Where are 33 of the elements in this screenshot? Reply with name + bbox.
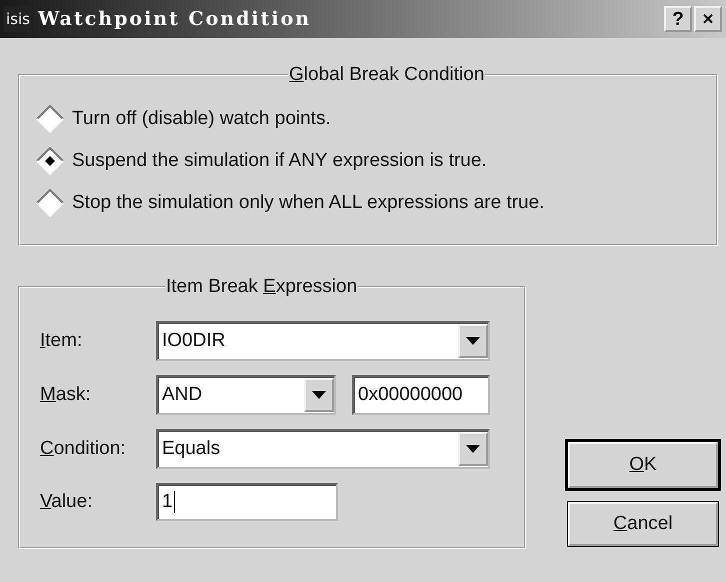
dropdown-field[interactable]: AND (156, 375, 336, 415)
input-field[interactable]: 1 (156, 483, 338, 521)
text-cursor (174, 491, 175, 513)
field-label: Item: (40, 328, 84, 353)
window-title: Watchpoint Condition (38, 6, 312, 32)
radio-button[interactable] (36, 189, 64, 217)
radio-button[interactable] (36, 105, 64, 133)
radio-button[interactable] (36, 147, 64, 175)
radio-label: Suspend the simulation if ANY expression is true. (72, 148, 487, 173)
app-logo: isis (4, 6, 32, 32)
caret-icon (466, 445, 480, 453)
dropdown-field[interactable]: IO0DIR (156, 321, 490, 361)
input-field[interactable]: 0x00000000 (352, 375, 490, 415)
radio-label: Turn off (disable) watch points. (72, 106, 331, 131)
dropdown-button[interactable] (304, 378, 334, 412)
field-value: Equals (162, 436, 220, 461)
close-button[interactable]: × (694, 6, 722, 32)
caret-icon (466, 337, 480, 345)
field-value: AND (162, 382, 202, 407)
field-value: IO0DIR (162, 328, 226, 353)
field-label: Condition: (40, 436, 127, 461)
cancel-button[interactable]: Cancel (568, 502, 718, 546)
field-label: Mask: (40, 382, 92, 407)
group-title: Item Break Expression (165, 275, 358, 299)
field-label: Value: (40, 490, 94, 514)
dropdown-field[interactable]: Equals (156, 429, 490, 469)
dropdown-button[interactable] (458, 432, 488, 466)
caret-icon (312, 391, 326, 399)
help-button[interactable]: ? (664, 6, 692, 32)
field-value: 1 (162, 490, 173, 514)
radio-label: Stop the simulation only when ALL expressions are true. (72, 190, 544, 215)
dropdown-button[interactable] (458, 324, 488, 358)
ok-button[interactable]: OK (568, 442, 718, 488)
